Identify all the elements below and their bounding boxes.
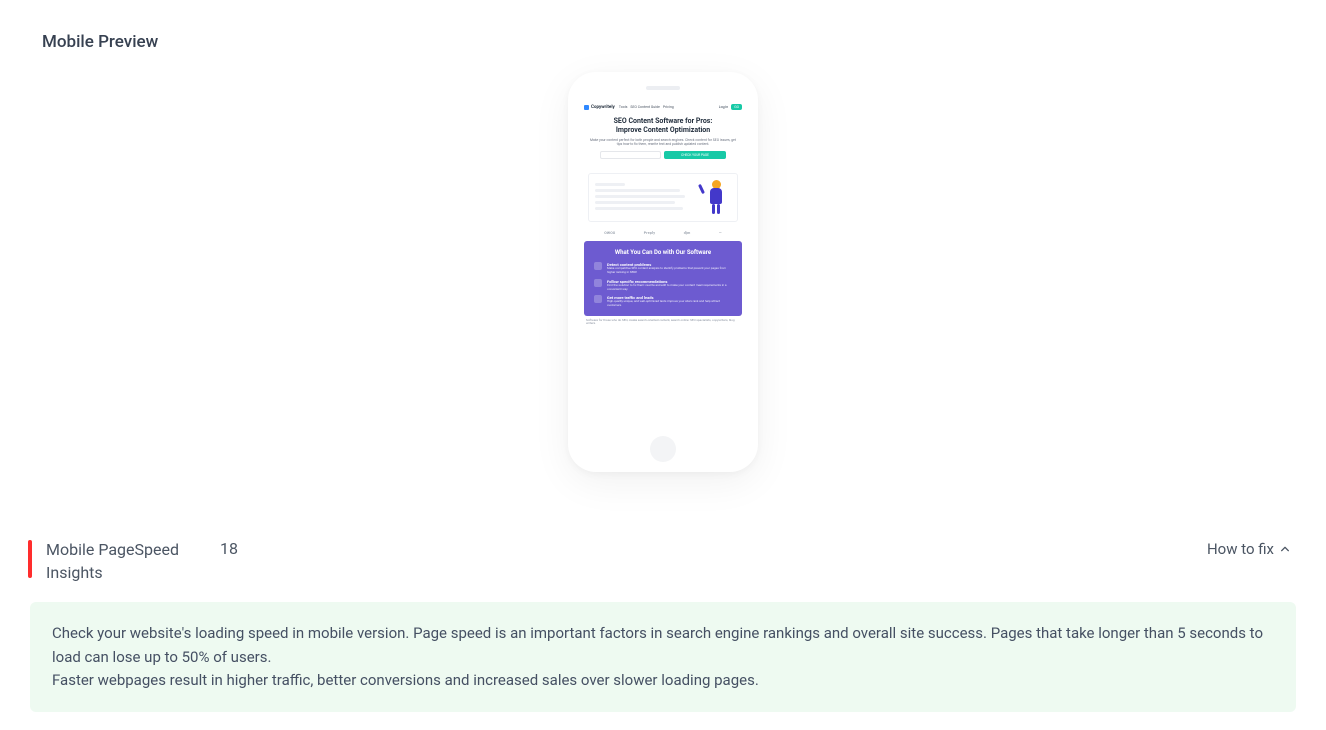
pagespeed-card: Mobile PageSpeed Insights 18 How to fix … bbox=[18, 520, 1308, 712]
phone-frame: Copywritely Tools SEO Content Guide Pric… bbox=[568, 72, 758, 472]
chevron-up-icon bbox=[1280, 544, 1290, 554]
preview-footnote: Software for those who do SEO, create se… bbox=[578, 316, 748, 326]
preview-hero: SEO Content Software for Pros: Improve C… bbox=[578, 113, 748, 165]
phone-home-button-icon bbox=[650, 436, 676, 462]
preview-nav-link: SEO Content Guide bbox=[630, 105, 660, 109]
mobile-preview-card: Mobile Preview Copywritely Tools SEO Con… bbox=[18, 0, 1308, 502]
preview-hero-title-l1: SEO Content Software for Pros: bbox=[588, 117, 738, 126]
preview-purple-title: What You Can Do with Our Software bbox=[594, 249, 732, 256]
preview-feature-item: Get more traffic and leadsHigh-quality u… bbox=[594, 295, 732, 308]
preview-wrap: Copywritely Tools SEO Content Guide Pric… bbox=[18, 52, 1308, 502]
how-to-fix-toggle[interactable]: How to fix bbox=[1207, 538, 1290, 558]
pagespeed-tip: Check your website's loading speed in mo… bbox=[30, 602, 1296, 712]
status-accent-bar bbox=[28, 540, 32, 578]
feature-icon bbox=[594, 262, 602, 270]
preview-hero-title-l2: Improve Content Optimization bbox=[588, 126, 738, 135]
preview-feature-item: Follow specific recommendationsFind the … bbox=[594, 279, 732, 292]
partner-logo: Preply bbox=[644, 231, 656, 235]
pagespeed-tip-p1: Check your website's loading speed in mo… bbox=[52, 622, 1274, 669]
pagespeed-tip-p2: Faster webpages result in higher traffic… bbox=[52, 669, 1274, 692]
feature-icon bbox=[594, 279, 602, 287]
partner-logo: djm bbox=[684, 231, 691, 235]
preview-hero-input bbox=[600, 151, 661, 159]
logo-mark-icon bbox=[584, 105, 589, 110]
preview-panel bbox=[588, 173, 738, 222]
preview-hero-cta: CHECK YOUR PAGE bbox=[664, 151, 726, 159]
preview-login: Log in bbox=[719, 105, 729, 109]
preview-nav-link: Tools bbox=[619, 105, 628, 109]
person-illustration-icon bbox=[701, 180, 731, 215]
preview-nav: Copywritely Tools SEO Content Guide Pric… bbox=[578, 100, 748, 113]
pagespeed-label: Mobile PageSpeed Insights bbox=[46, 538, 206, 584]
feature-icon bbox=[594, 295, 602, 303]
preview-go-button: GO bbox=[731, 104, 742, 110]
preview-nav-link: Pricing bbox=[663, 105, 674, 109]
phone-screen: Copywritely Tools SEO Content Guide Pric… bbox=[578, 100, 748, 428]
preview-purple-section: What You Can Do with Our Software Detect… bbox=[584, 241, 742, 316]
preview-hero-subtitle: Make your content perfect for both peopl… bbox=[588, 138, 738, 147]
how-to-fix-label: How to fix bbox=[1207, 540, 1274, 558]
pagespeed-header: Mobile PageSpeed Insights 18 How to fix bbox=[18, 520, 1308, 598]
phone-speaker bbox=[646, 86, 680, 90]
partner-logo: OWOX bbox=[604, 231, 615, 235]
pagespeed-score: 18 bbox=[220, 538, 238, 558]
partner-logo: — bbox=[719, 231, 722, 235]
preview-logo: Copywritely bbox=[584, 105, 615, 110]
preview-logo-text: Copywritely bbox=[591, 105, 615, 110]
preview-partner-logos: OWOX Preply djm — bbox=[578, 228, 748, 241]
preview-feature-item: Detect content problemsMake competitive … bbox=[594, 262, 732, 275]
section-title: Mobile Preview bbox=[18, 0, 1308, 52]
